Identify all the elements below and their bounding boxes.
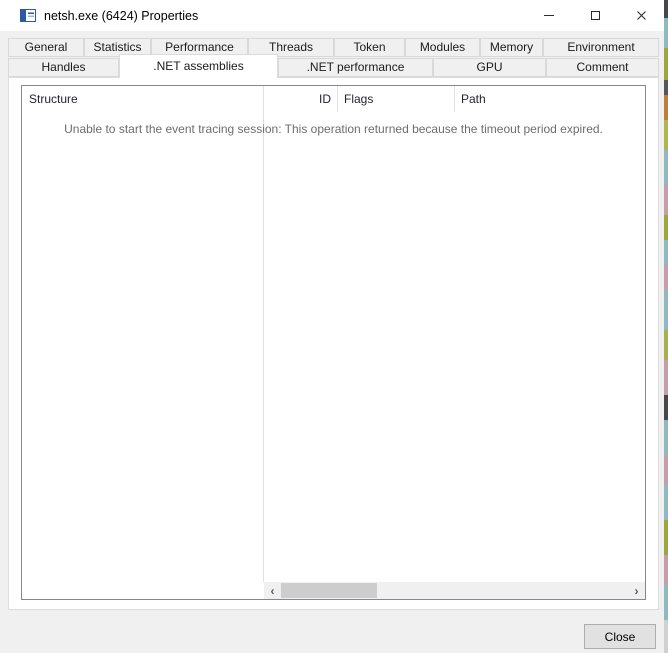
tab-bar: General Statistics Performance Threads T… [8, 37, 659, 77]
tab-memory[interactable]: Memory [480, 38, 543, 57]
tab-comment[interactable]: Comment [546, 58, 659, 77]
tab-environment[interactable]: Environment [543, 38, 659, 57]
tab-general[interactable]: General [8, 38, 84, 57]
maximize-button[interactable] [572, 0, 618, 31]
horizontal-scrollbar[interactable]: ‹ › [264, 582, 645, 599]
scroll-left-arrow-icon[interactable]: ‹ [264, 582, 281, 599]
tab-row-2: Handles .NET assemblies .NET performance… [8, 57, 659, 77]
tracing-error-message: Unable to start the event tracing sessio… [22, 122, 645, 136]
maximize-icon [591, 11, 600, 20]
net-assemblies-page: Structure ID Flags Path Unable to start … [8, 77, 659, 610]
tab-modules[interactable]: Modules [405, 38, 480, 57]
list-header: Structure ID Flags Path [22, 86, 645, 112]
column-header-id[interactable]: ID [264, 86, 338, 112]
column-header-path[interactable]: Path [455, 86, 645, 112]
tab-gpu[interactable]: GPU [433, 58, 546, 77]
tab-net-performance[interactable]: .NET performance [278, 58, 433, 77]
scroll-right-arrow-icon[interactable]: › [628, 582, 645, 599]
app-icon [20, 9, 36, 22]
desktop-background-strip [664, 0, 668, 653]
tab-token[interactable]: Token [334, 38, 405, 57]
tab-net-assemblies[interactable]: .NET assemblies [119, 54, 278, 78]
minimize-icon [544, 15, 554, 16]
tab-row-1: General Statistics Performance Threads T… [8, 37, 659, 57]
close-icon [636, 10, 647, 21]
close-button[interactable]: Close [584, 624, 656, 649]
window-title: netsh.exe (6424) Properties [44, 9, 198, 23]
column-divider [263, 86, 264, 582]
titlebar: netsh.exe (6424) Properties [0, 0, 664, 31]
assemblies-list: Structure ID Flags Path Unable to start … [21, 85, 646, 600]
scrollbar-thumb[interactable] [281, 583, 377, 598]
column-header-structure[interactable]: Structure [22, 86, 264, 112]
close-window-button[interactable] [618, 0, 664, 31]
window-controls [526, 0, 664, 31]
column-header-flags[interactable]: Flags [338, 86, 455, 112]
tab-handles[interactable]: Handles [8, 58, 119, 77]
properties-dialog: netsh.exe (6424) Properties General Stat… [0, 0, 664, 653]
minimize-button[interactable] [526, 0, 572, 31]
